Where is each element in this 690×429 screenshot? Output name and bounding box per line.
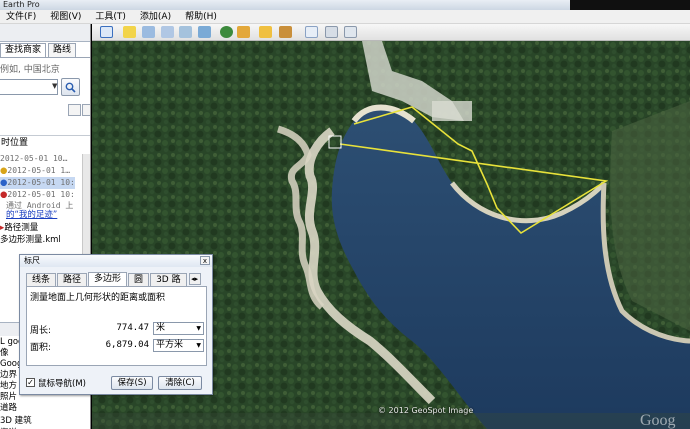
tab-path[interactable]: 路径 — [57, 273, 88, 287]
save-image-icon[interactable] — [344, 26, 357, 38]
ruler-title: 标尺 — [24, 256, 40, 265]
layer-item[interactable]: 地方 — [0, 381, 17, 391]
area-value: 6,879.04 — [105, 340, 149, 350]
title-bar-dark-area — [570, 0, 690, 10]
place-item-polygon-measure[interactable]: 多边形测量.kml — [0, 235, 61, 246]
window-title: Earth Pro — [3, 0, 40, 9]
panel-option-button[interactable] — [68, 104, 81, 116]
ruler-description: 测量地面上几何形状的距离或面积 — [30, 293, 166, 303]
building — [432, 101, 472, 121]
search-tabs: 查找商家 路线 — [0, 43, 90, 57]
place-item[interactable]: ●2012-05-01 1… — [0, 165, 70, 177]
clear-button[interactable]: 清除(C) — [158, 376, 202, 390]
search-input[interactable] — [0, 79, 58, 95]
perimeter-unit-select[interactable]: 米 ▼ — [153, 322, 204, 335]
planets-icon[interactable] — [259, 26, 272, 38]
path-add-icon[interactable] — [161, 26, 174, 38]
place-item-path-measure[interactable]: ▸路径测量 — [0, 223, 38, 234]
place-description-link[interactable]: 的“我的足迹” — [6, 210, 57, 221]
ruler-panel: 测量地面上几何形状的距离或面积 周长: 774.47 米 ▼ 面积: 6,879… — [26, 286, 207, 366]
ruler-footer: ✓ 鼠标导航(M) 保存(S) 清除(C) — [26, 376, 212, 392]
google-logo: Goog — [640, 412, 676, 429]
mouse-navigation-checkbox[interactable]: ✓ — [26, 378, 35, 387]
layer-item[interactable]: 3D 建筑 — [0, 416, 32, 426]
ruler-icon[interactable] — [279, 26, 292, 38]
panel-close-button[interactable] — [82, 104, 90, 116]
tab-polygon[interactable]: 多边形 — [88, 272, 128, 287]
polygon-add-icon[interactable] — [142, 26, 155, 38]
tab-directions[interactable]: 路线 — [48, 43, 77, 57]
window-title-bar: Earth Pro — [0, 0, 690, 10]
historical-imagery-icon[interactable] — [220, 26, 233, 38]
layer-item[interactable]: 边界 — [0, 370, 17, 380]
menu-bar: 文件(F) 视图(V) 工具(T) 添加(A) 帮助(H) — [0, 10, 690, 24]
layer-item[interactable]: 照片 — [0, 392, 17, 402]
menu-tools[interactable]: 工具(T) — [89, 10, 134, 24]
close-icon[interactable]: x — [200, 256, 210, 265]
menu-view[interactable]: 视图(V) — [44, 10, 89, 24]
sidebar-toggle-icon[interactable] — [100, 26, 113, 38]
search-hint: 例如, 中国北京 — [0, 65, 60, 75]
ruler-tabs: 线条 路径 多边形 圆 3D 路 ◂▸ — [26, 272, 201, 287]
tour-record-icon[interactable] — [198, 26, 211, 38]
tab-find-business[interactable]: 查找商家 — [0, 43, 47, 57]
area-unit-select[interactable]: 平方米 ▼ — [153, 339, 204, 352]
places-scrollbar[interactable] — [82, 154, 90, 254]
search-panel: 例如, 中国北京 ▼ — [0, 57, 90, 147]
perimeter-value: 774.47 — [116, 323, 149, 333]
imagery-copyright: © 2012 GeoSpot Image — [378, 406, 474, 415]
search-icon — [65, 82, 76, 93]
chevron-down-icon: ▼ — [196, 342, 201, 349]
print-icon[interactable] — [325, 26, 338, 38]
search-button[interactable] — [61, 78, 80, 96]
mouse-navigation-label: 鼠标导航(M) — [38, 379, 86, 389]
menu-help[interactable]: 帮助(H) — [179, 10, 225, 24]
overlay-add-icon[interactable] — [179, 26, 192, 38]
sidebar-header — [0, 24, 90, 42]
tab-scroll-arrows-icon[interactable]: ◂▸ — [188, 273, 201, 285]
menu-file[interactable]: 文件(F) — [0, 10, 44, 24]
layer-item[interactable]: 道路 — [0, 403, 17, 413]
places-header: 时位置 — [0, 135, 90, 149]
area-label: 面积: — [30, 343, 52, 353]
save-button[interactable]: 保存(S) — [111, 376, 153, 390]
chevron-down-icon: ▼ — [196, 325, 201, 332]
layer-item[interactable]: 像 — [0, 348, 9, 358]
sun-icon[interactable] — [237, 26, 250, 38]
search-history-dropdown-icon[interactable]: ▼ — [52, 82, 57, 90]
menu-add[interactable]: 添加(A) — [134, 10, 179, 24]
tab-3d-path[interactable]: 3D 路 — [150, 273, 187, 287]
perimeter-label: 周长: — [30, 326, 52, 336]
ruler-dialog: 标尺 x 线条 路径 多边形 圆 3D 路 ◂▸ 测量地面上几何形状的距离或面积… — [19, 254, 213, 395]
toolbar — [92, 24, 690, 41]
ruler-title-bar[interactable]: 标尺 x — [20, 255, 212, 267]
tab-line[interactable]: 线条 — [26, 273, 57, 287]
place-item[interactable]: 2012-05-01 10… — [0, 153, 67, 165]
email-icon[interactable] — [305, 26, 318, 38]
tab-circle[interactable]: 圆 — [128, 273, 150, 287]
placemark-add-icon[interactable] — [123, 26, 136, 38]
place-item-selected[interactable]: ●2012-05-01 10: — [0, 177, 75, 189]
